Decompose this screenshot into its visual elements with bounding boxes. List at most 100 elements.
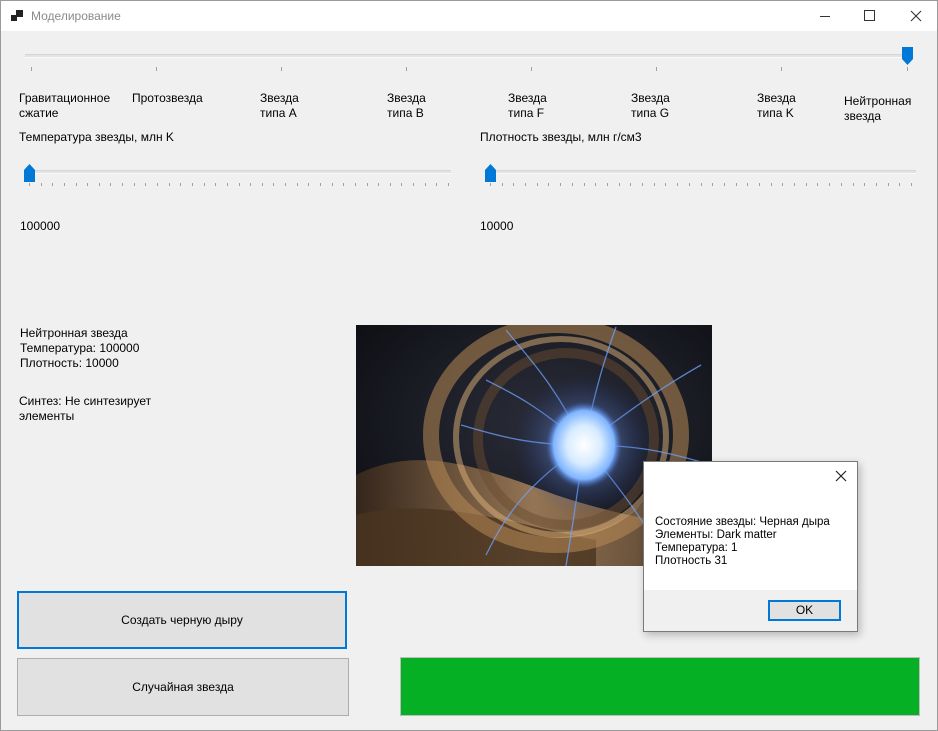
slider-tick	[630, 183, 632, 186]
stage-label: Звезда типа A	[260, 91, 299, 120]
slider-tick	[712, 183, 714, 186]
star-density: Плотность: 10000	[20, 356, 119, 370]
slider-tick	[513, 183, 515, 186]
slider-tick	[378, 183, 380, 186]
progress-bar	[400, 657, 920, 716]
slider-tick	[887, 183, 889, 186]
slider-tick	[238, 183, 240, 186]
slider-tick	[366, 183, 368, 186]
message-box-body: Состояние звезды: Черная дыра Элементы: …	[644, 462, 857, 590]
message-text: Состояние звезды: Черная дыра Элементы: …	[655, 516, 830, 567]
slider-tick	[525, 183, 527, 186]
slider-tick	[29, 183, 30, 186]
star-name: Нейтронная звезда	[20, 326, 128, 340]
slider-tick	[595, 183, 597, 186]
slider-tick	[747, 183, 749, 186]
density-slider-thumb[interactable]	[485, 164, 496, 182]
slider-tick	[665, 183, 667, 186]
temperature-label: Температура звезды, млн K	[19, 130, 174, 144]
ok-button[interactable]: OK	[768, 600, 841, 621]
temperature-slider-thumb[interactable]	[24, 164, 35, 182]
slider-tick	[180, 183, 182, 186]
slider-tick	[110, 183, 112, 186]
slider-tick	[98, 183, 100, 186]
slider-tick	[606, 183, 608, 186]
window-title: Моделирование	[31, 9, 121, 23]
slider-tick	[829, 183, 831, 186]
minimize-icon[interactable]	[801, 1, 847, 31]
slider-tick	[63, 183, 65, 186]
slider-tick	[548, 183, 550, 186]
slider-tick	[770, 183, 772, 186]
slider-tick	[571, 183, 573, 186]
slider-tick	[911, 183, 912, 186]
stage-tick	[156, 67, 157, 71]
maximize-icon[interactable]	[847, 1, 893, 31]
stage-tick	[656, 67, 657, 71]
stage-label: Гравитационное сжатие	[19, 91, 111, 120]
star-temperature: Температура: 100000	[20, 341, 140, 355]
slider-tick	[723, 183, 725, 186]
slider-tick	[75, 183, 77, 186]
slider-tick	[145, 183, 147, 186]
close-icon[interactable]	[893, 1, 938, 31]
slider-tick	[735, 183, 737, 186]
stage-tick	[907, 67, 908, 71]
slider-tick	[296, 183, 298, 186]
slider-tick	[250, 183, 252, 186]
slider-tick	[501, 183, 503, 186]
stage-label: Нейтронная звезда	[844, 94, 912, 123]
density-value: 10000	[480, 219, 514, 233]
create-black-hole-button[interactable]: Создать черную дыру	[17, 591, 347, 649]
stage-label: Звезда типа G	[631, 91, 670, 120]
slider-tick	[536, 183, 538, 186]
stage-tick	[531, 67, 532, 71]
stage-label: Звезда типа K	[757, 91, 796, 120]
slider-tick	[852, 183, 854, 186]
slider-tick	[794, 183, 796, 186]
slider-tick	[331, 183, 333, 186]
slider-tick	[168, 183, 170, 186]
title-bar[interactable]: Моделирование	[1, 1, 937, 31]
stage-label: Звезда типа F	[508, 91, 547, 120]
slider-tick	[618, 183, 620, 186]
slider-tick	[343, 183, 345, 186]
slider-tick	[87, 183, 89, 186]
stage-tick	[406, 67, 407, 71]
random-star-button[interactable]: Случайная звезда	[17, 658, 349, 716]
slider-tick	[688, 183, 690, 186]
slider-tick	[191, 183, 193, 186]
message-box: Состояние звезды: Черная дыра Элементы: …	[643, 461, 858, 632]
slider-tick	[436, 183, 438, 186]
slider-tick	[758, 183, 760, 186]
slider-tick	[122, 183, 124, 186]
stage-tick	[31, 67, 32, 71]
slider-tick	[782, 183, 784, 186]
slider-tick	[354, 183, 356, 186]
slider-tick	[133, 183, 135, 186]
slider-tick	[401, 183, 403, 186]
slider-tick	[805, 183, 807, 186]
main-window: Моделирование Гравитационное сжатие Прото…	[0, 0, 938, 731]
slider-tick	[583, 183, 585, 186]
slider-tick	[560, 183, 562, 186]
progress-bar-fill	[401, 658, 919, 715]
slider-tick	[261, 183, 263, 186]
stage-label: Протозвезда	[132, 91, 203, 105]
slider-tick	[203, 183, 205, 186]
stage-tick	[281, 67, 282, 71]
slider-tick	[215, 183, 217, 186]
slider-tick	[677, 183, 679, 186]
slider-tick	[413, 183, 415, 186]
app-icon	[11, 10, 23, 22]
stage-slider-thumb[interactable]	[902, 47, 913, 65]
slider-tick	[226, 183, 228, 186]
stage-tick	[781, 67, 782, 71]
slider-tick	[864, 183, 866, 186]
slider-tick	[448, 183, 449, 186]
slider-tick	[700, 183, 702, 186]
slider-tick	[490, 183, 491, 186]
slider-tick	[157, 183, 159, 186]
close-icon[interactable]	[834, 469, 848, 483]
density-label: Плотность звезды, млн г/см3	[480, 130, 642, 144]
